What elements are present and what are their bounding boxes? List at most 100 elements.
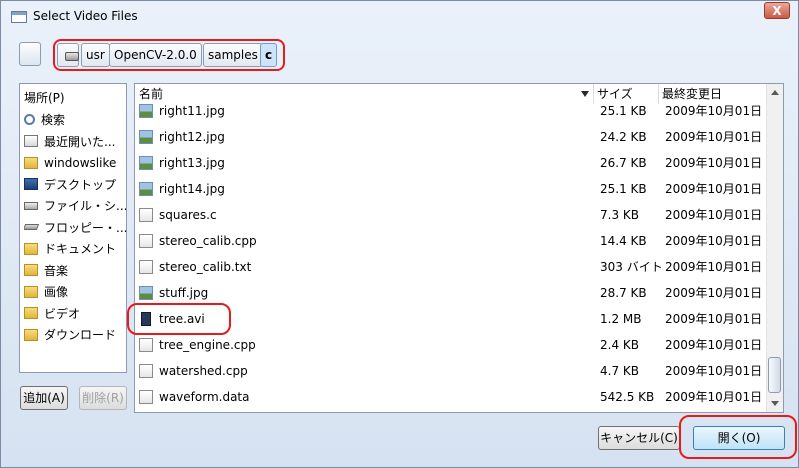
place-item[interactable]: 最近開いた...: [24, 132, 126, 152]
file-date: 2009年10月01日: [665, 364, 763, 378]
place-item[interactable]: ダウンロード: [24, 325, 126, 345]
place-item-label: 画像: [44, 285, 69, 299]
file-date: 2009年10月01日: [665, 390, 763, 404]
file-date: 2009年10月01日: [665, 182, 763, 196]
file-size: 25.1 KB: [600, 182, 647, 196]
file-date: 2009年10月01日: [665, 260, 763, 274]
file-size: 7.3 KB: [600, 208, 639, 222]
place-item[interactable]: 音楽: [24, 261, 126, 281]
place-item-label: ドキュメント: [44, 242, 117, 256]
scrollbar-thumb[interactable]: [768, 357, 781, 393]
path-crumb-opencv[interactable]: OpenCV-2.0.0: [109, 43, 202, 67]
place-item[interactable]: 検索: [24, 110, 126, 130]
file-size: 24.2 KB: [600, 130, 647, 144]
file-row[interactable]: right13.jpg 26.7 KB 2009年10月01日: [135, 150, 763, 176]
file-row[interactable]: watershed.cpp 4.7 KB 2009年10月01日: [135, 358, 763, 384]
file-size: 14.4 KB: [600, 234, 647, 248]
scroll-down-icon[interactable]: [771, 401, 779, 406]
place-item[interactable]: 画像: [24, 282, 126, 302]
file-date: 2009年10月01日: [665, 208, 763, 222]
text-file-icon: [139, 338, 153, 352]
text-file-icon: [139, 364, 153, 378]
file-row[interactable]: stuff.jpg 28.7 KB 2009年10月01日: [135, 280, 763, 306]
window-title: Select Video Files: [33, 9, 138, 23]
desktop-icon: [24, 178, 38, 190]
image-file-icon: [139, 182, 153, 196]
file-size: 1.2 MB: [600, 312, 642, 326]
file-row[interactable]: stereo_calib.cpp 14.4 KB 2009年10月01日: [135, 228, 763, 254]
cancel-button[interactable]: キャンセル(C): [598, 426, 680, 450]
title-bar[interactable]: Select Video Files X: [1, 1, 798, 31]
file-row[interactable]: right14.jpg 25.1 KB 2009年10月01日: [135, 176, 763, 202]
file-name: right14.jpg: [159, 182, 225, 196]
image-file-icon: [139, 104, 153, 118]
file-dialog-window: Select Video Files X usr OpenCV-2.0.0 sa…: [0, 0, 799, 468]
place-item-label: デスクトップ: [44, 177, 117, 192]
path-crumb-samples[interactable]: samples: [203, 43, 263, 67]
window-icon: [11, 11, 27, 23]
add-place-button[interactable]: 追加(A): [20, 386, 68, 410]
search-icon: [24, 114, 35, 125]
drive-icon: [24, 201, 38, 210]
file-date: 2009年10月01日: [665, 286, 763, 300]
place-item-label: 検索: [41, 113, 66, 127]
folder-icon: [24, 307, 38, 319]
place-item[interactable]: フロッピー・...: [24, 218, 127, 238]
file-date: 2009年10月01日: [665, 156, 763, 170]
file-row[interactable]: waveform.data 542.5 KB 2009年10月01日: [135, 384, 763, 410]
sort-desc-icon: [581, 91, 589, 97]
place-item-label: ダウンロード: [44, 328, 117, 342]
place-item[interactable]: デスクトップ: [24, 175, 126, 195]
file-size: 25.1 KB: [600, 104, 647, 118]
path-crumb-usr[interactable]: usr: [81, 43, 110, 67]
places-sidebar: 場所(P) 検索最近開いた... windowslike デスクトップ ファイル・シ.…: [19, 83, 127, 373]
image-file-icon: [139, 286, 153, 300]
place-item-label: 音楽: [44, 263, 69, 278]
folder-icon: [24, 285, 38, 298]
file-size: 26.7 KB: [600, 156, 647, 170]
file-name: squares.c: [159, 208, 217, 222]
download-folder-icon: [24, 328, 38, 341]
file-row[interactable]: right11.jpg 25.1 KB 2009年10月01日: [135, 98, 763, 124]
open-button-highlight-annotation: [679, 415, 797, 459]
place-item[interactable]: ファイル・シ...: [24, 196, 127, 216]
recent-icon: [24, 135, 38, 147]
back-button[interactable]: [19, 42, 41, 66]
file-row[interactable]: stereo_calib.txt 303 バイト 2009年10月01日: [135, 254, 763, 280]
place-item[interactable]: windowslike: [24, 153, 126, 173]
file-date: 2009年10月01日: [665, 130, 763, 144]
path-crumb-c[interactable]: c: [260, 43, 278, 67]
file-name: stereo_calib.txt: [159, 260, 252, 274]
drive-icon: [65, 52, 79, 61]
file-name: right12.jpg: [159, 130, 225, 144]
image-file-icon: [139, 156, 153, 170]
file-name: stereo_calib.cpp: [159, 234, 257, 248]
remove-place-button[interactable]: 削除(R): [79, 386, 127, 410]
scroll-up-icon[interactable]: [771, 90, 779, 95]
place-item[interactable]: ビデオ: [24, 304, 126, 324]
image-file-icon: [139, 130, 153, 144]
vertical-scrollbar[interactable]: [766, 84, 783, 412]
floppy-icon: [24, 224, 40, 230]
file-size: 542.5 KB: [600, 390, 655, 404]
path-toolbar: usr OpenCV-2.0.0 samples c: [15, 39, 785, 71]
file-list: 名前 サイズ 最終変更日 right11.jpg 25.1 KB 2009年10月0…: [134, 83, 784, 413]
file-row[interactable]: squares.c 7.3 KB 2009年10月01日: [135, 202, 763, 228]
file-name: waveform.data: [159, 390, 250, 404]
tree-avi-highlight-annotation: [127, 303, 231, 335]
file-row[interactable]: right12.jpg 24.2 KB 2009年10月01日: [135, 124, 763, 150]
folder-icon: [24, 156, 38, 169]
place-item-label: 最近開いた...: [44, 134, 116, 149]
file-name: watershed.cpp: [159, 364, 248, 378]
file-row[interactable]: tree_engine.cpp 2.4 KB 2009年10月01日: [135, 332, 763, 358]
place-item-label: ビデオ: [44, 306, 81, 321]
file-name: tree_engine.cpp: [159, 338, 256, 352]
places-header: 場所(P): [24, 91, 65, 105]
root-drive-crumb[interactable]: [57, 43, 79, 67]
place-item[interactable]: ドキュメント: [24, 239, 126, 259]
close-button[interactable]: X: [764, 2, 790, 19]
file-size: 303 バイト: [600, 260, 663, 274]
file-date: 2009年10月01日: [665, 338, 763, 352]
place-item-label: フロッピー・...: [44, 220, 127, 235]
place-item-label: ファイル・シ...: [44, 199, 127, 213]
